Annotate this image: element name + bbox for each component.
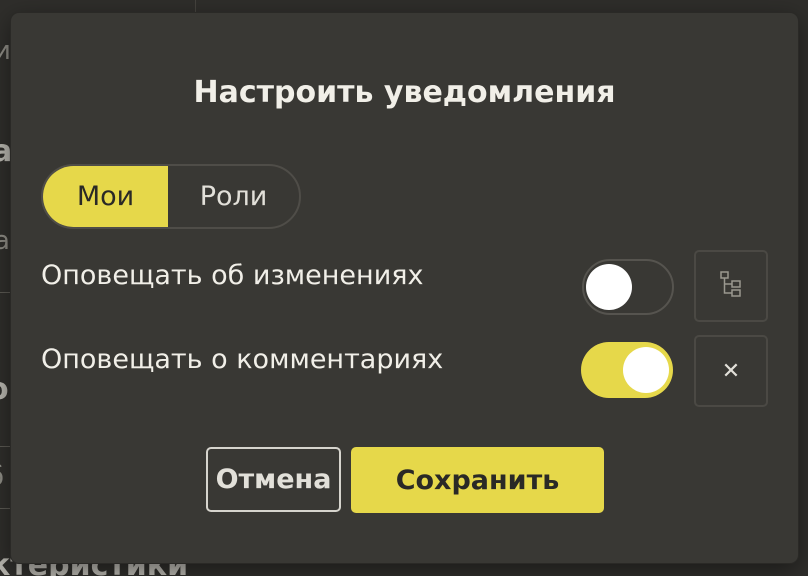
background-text-fragment: б (0, 462, 4, 492)
notify-changes-label: Оповещать об изменениях (41, 260, 424, 291)
notify-comments-toggle[interactable] (581, 342, 673, 398)
close-icon: ✕ (721, 358, 741, 384)
notification-settings-dialog: Настроить уведомления Мои Роли Оповещать… (11, 13, 798, 563)
dialog-title: Настроить уведомления (193, 75, 616, 110)
cancel-button[interactable]: Отмена (206, 447, 341, 512)
background-text-fragment: а (0, 226, 10, 256)
tree-structure-icon (719, 270, 743, 302)
background-divider (195, 0, 196, 12)
notify-comments-remove-button[interactable]: ✕ (694, 335, 768, 407)
background-text-fragment: и (0, 36, 11, 66)
background-heading-fragment: о (0, 372, 9, 407)
background-field-underline (0, 446, 11, 447)
notify-comments-label: Оповещать о комментариях (41, 344, 444, 375)
background-field-underline (0, 292, 11, 293)
scope-segmented-control: Мои Роли (41, 164, 301, 229)
segment-mine[interactable]: Мои (43, 166, 168, 227)
segment-roles[interactable]: Роли (168, 166, 299, 227)
notify-changes-structure-button[interactable] (694, 250, 768, 322)
save-button[interactable]: Сохранить (351, 447, 604, 513)
background-field-underline (0, 508, 11, 509)
notify-changes-toggle[interactable] (582, 259, 674, 315)
toggle-knob (586, 264, 632, 310)
toggle-knob (623, 347, 669, 393)
